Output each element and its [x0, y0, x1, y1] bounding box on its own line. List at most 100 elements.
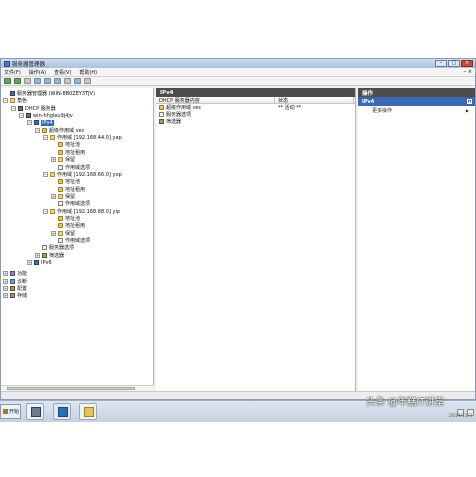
- tree-item[interactable]: − DHCP 服务器: [11, 105, 56, 112]
- server-icon[interactable]: [84, 78, 91, 84]
- list-item[interactable]: 筛选器: [156, 118, 355, 125]
- title-bar: 服务器管理器 – □ ×: [1, 59, 475, 68]
- expand-icon[interactable]: +: [51, 157, 56, 163]
- tree-item[interactable]: + 配置: [3, 285, 27, 292]
- collapse-up-icon[interactable]: ▲: [467, 99, 472, 104]
- window-title: 服务器管理器: [12, 61, 46, 68]
- tree-item[interactable]: + 存储: [3, 292, 27, 299]
- tree-item[interactable]: + 保留: [51, 156, 75, 163]
- column-status[interactable]: 状态: [275, 97, 354, 104]
- tree-item[interactable]: 作用域选项: [51, 164, 90, 171]
- tree-item[interactable]: − 作用域 [192.168.88.0] yip: [43, 208, 120, 215]
- tree-item-label: 地址池: [65, 215, 81, 222]
- collapse-icon[interactable]: −: [43, 171, 48, 177]
- tree-item-label: 地址租用: [65, 149, 86, 156]
- column-name[interactable]: DHCP 服务器内容: [156, 97, 275, 104]
- tree-item-label: 保留: [65, 230, 76, 237]
- menu-help[interactable]: 帮助(H): [79, 69, 97, 76]
- tree-item[interactable]: − 超级作用域 vec: [35, 127, 84, 134]
- expand-icon[interactable]: +: [51, 230, 56, 236]
- forward-icon[interactable]: [14, 78, 21, 84]
- powershell-icon: [58, 407, 68, 417]
- minimize-button[interactable]: –: [435, 60, 447, 67]
- column-headers: DHCP 服务器内容 状态: [156, 97, 355, 104]
- tree-item-label: 保留: [65, 157, 76, 164]
- tree-item[interactable]: 作用域选项: [51, 237, 90, 244]
- back-icon[interactable]: [4, 78, 11, 84]
- expand-icon[interactable]: +: [3, 286, 8, 292]
- tree-item-label: 功能: [17, 271, 28, 278]
- list-item[interactable]: 超级作用域 vec ** 活动 **: [156, 104, 355, 111]
- expand-icon[interactable]: +: [51, 193, 56, 199]
- tree-item-label: 地址池: [65, 142, 81, 149]
- actions-section-ipv4[interactable]: IPv4 ▲: [358, 97, 475, 106]
- export-list-icon[interactable]: [54, 78, 61, 84]
- tree-item[interactable]: 地址租用: [51, 186, 85, 193]
- tree-item[interactable]: − 作用域 [192.168.44.0] yap: [43, 134, 122, 141]
- expand-icon[interactable]: +: [3, 278, 8, 284]
- tree-item[interactable]: + 保留: [51, 193, 75, 200]
- menu-view[interactable]: 查看(V): [54, 69, 71, 76]
- tree-item-label: 作用域 [192.168.66.0] yop: [57, 171, 122, 178]
- collapse-icon[interactable]: −: [35, 127, 40, 133]
- tree-item[interactable]: − 角色: [3, 97, 27, 104]
- collapse-icon[interactable]: −: [19, 113, 24, 119]
- tree-item[interactable]: + IPv6: [27, 259, 52, 266]
- collapse-icon[interactable]: −: [43, 135, 48, 141]
- clock-date[interactable]: 2019/11/3: [449, 414, 472, 419]
- mdi-controls[interactable]: – ×: [464, 69, 472, 75]
- expand-icon[interactable]: +: [3, 271, 8, 277]
- tree-item[interactable]: − win-hhgleu9j4jv: [19, 112, 73, 119]
- taskbar-explorer-button[interactable]: [79, 403, 97, 420]
- tree-item[interactable]: 服务器选项: [35, 244, 74, 251]
- tree-item-label: 地址池: [65, 179, 81, 186]
- tree-item-label: IPv4: [41, 119, 54, 126]
- configuration-icon: [10, 286, 15, 292]
- tree-item[interactable]: + 功能: [3, 270, 27, 277]
- collapse-icon[interactable]: −: [11, 105, 16, 111]
- tree-item[interactable]: 地址池: [51, 178, 80, 185]
- expand-icon[interactable]: +: [27, 260, 32, 266]
- details-pane: IPv4 DHCP 服务器内容 状态 超级作用域 vec ** 活动 ** 服务器选…: [156, 88, 356, 399]
- more-actions-item[interactable]: 更多操作 ▶: [358, 106, 475, 114]
- maximize-button[interactable]: □: [448, 60, 460, 67]
- list-item-name-cell: 超级作用域 vec: [156, 104, 275, 111]
- submenu-arrow-icon: ▶: [465, 107, 469, 113]
- collapse-icon[interactable]: −: [3, 98, 8, 104]
- tree-item[interactable]: 地址租用: [51, 222, 85, 229]
- up-folder-icon[interactable]: [24, 78, 31, 84]
- refresh-icon[interactable]: [44, 78, 51, 84]
- help-icon[interactable]: [64, 78, 71, 84]
- tree-item[interactable]: − IPv4: [27, 119, 54, 126]
- server-manager-icon: [31, 407, 41, 417]
- close-button[interactable]: ×: [461, 60, 473, 67]
- collapse-icon[interactable]: −: [43, 208, 48, 214]
- start-label: 开始: [9, 409, 20, 415]
- tree-item[interactable]: + 筛选器: [35, 252, 64, 259]
- tree-item[interactable]: 服务器管理器 (WIN-8B0ZEY3TJV): [3, 90, 95, 97]
- menu-file[interactable]: 文件(F): [4, 69, 21, 76]
- menu-action[interactable]: 操作(A): [29, 69, 46, 76]
- list-item[interactable]: 服务器选项: [156, 111, 355, 118]
- tree-item[interactable]: 地址池: [51, 141, 80, 148]
- tree-item[interactable]: 作用域选项: [51, 200, 90, 207]
- list-item-status: ** 活动 **: [278, 105, 302, 111]
- taskbar-server-manager-button[interactable]: [26, 403, 44, 420]
- address-leases-icon: [58, 223, 63, 229]
- collapse-icon[interactable]: −: [27, 120, 32, 126]
- list-item-name: 筛选器: [166, 119, 182, 125]
- show-hide-tree-icon[interactable]: [34, 78, 41, 84]
- scrollbar-thumb[interactable]: [7, 387, 135, 390]
- tree-item[interactable]: 地址租用: [51, 149, 85, 156]
- start-button[interactable]: 开始: [0, 404, 21, 419]
- tree-item[interactable]: + 诊断: [3, 278, 27, 285]
- tree-item[interactable]: + 保留: [51, 230, 75, 237]
- properties-icon[interactable]: [74, 78, 81, 84]
- expand-icon[interactable]: +: [3, 293, 8, 299]
- tree-item[interactable]: 地址池: [51, 215, 80, 222]
- taskbar-powershell-button[interactable]: [53, 403, 71, 420]
- reservations-icon: [58, 157, 63, 163]
- tree-item-label: 保留: [65, 193, 76, 200]
- tree-item[interactable]: − 作用域 [192.168.66.0] yop: [43, 171, 122, 178]
- expand-icon[interactable]: +: [35, 252, 40, 258]
